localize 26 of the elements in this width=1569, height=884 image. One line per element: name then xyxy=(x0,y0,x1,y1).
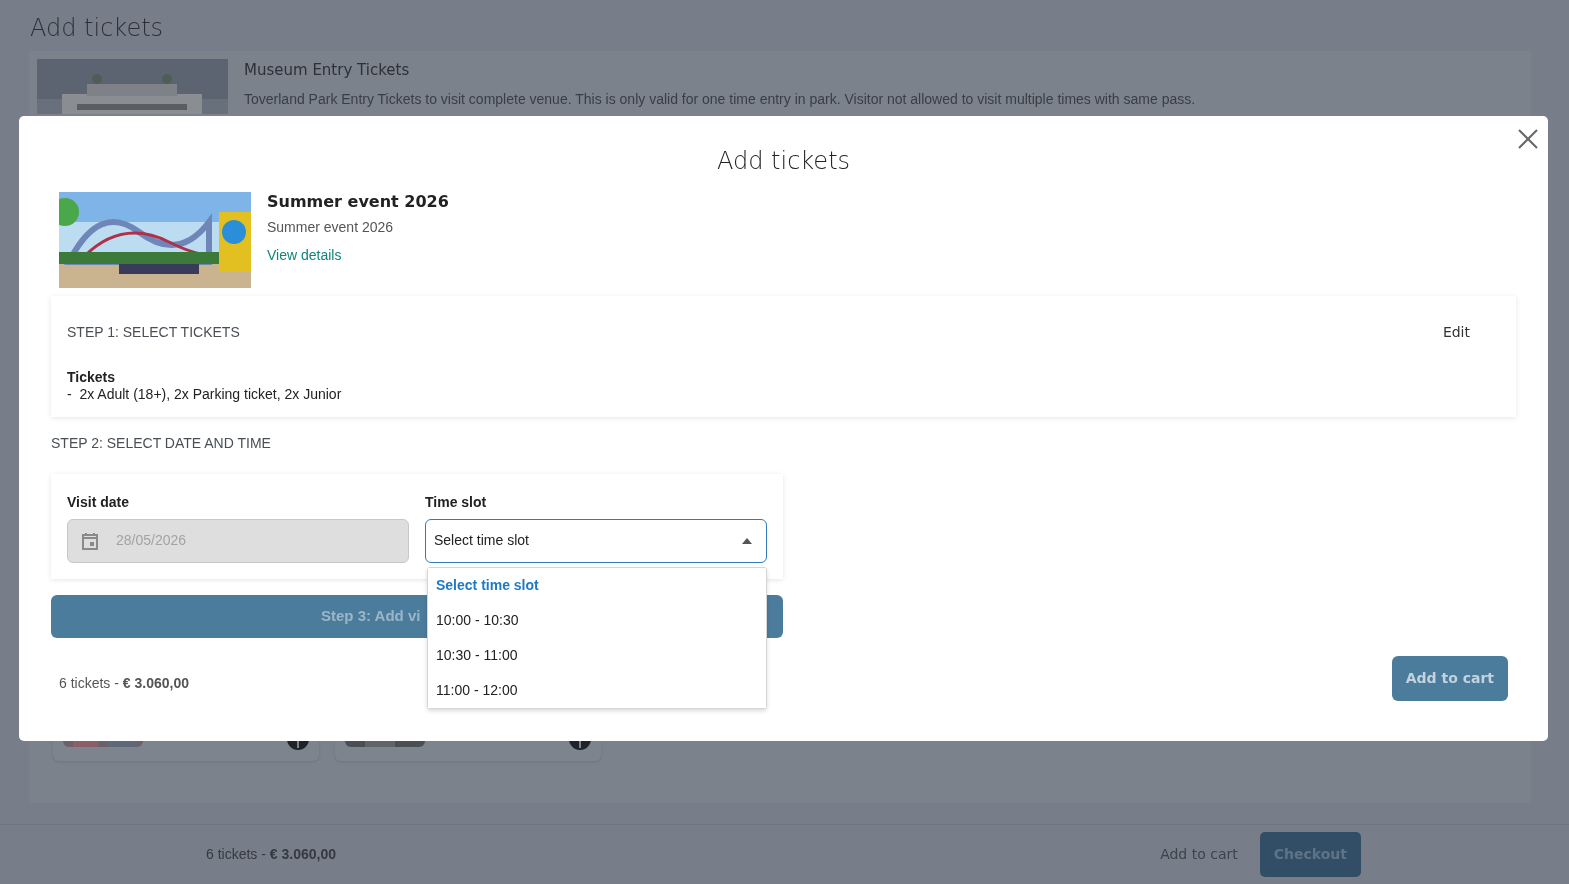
product-description: Toverland Park Entry Tickets to visit complete venue. This is only valid for one time entry in park. Visitor not allowed to visit multiple times with same pass. xyxy=(244,89,1196,109)
cart-summary: 6 tickets - € 3.060,00 xyxy=(59,673,189,693)
event-title: Summer event 2026 xyxy=(267,192,449,212)
caret-icon xyxy=(742,537,752,544)
dropdown-option[interactable]: 10:30 - 11:00 xyxy=(428,638,766,673)
dropdown-option[interactable]: Select time slot xyxy=(428,568,766,603)
dropdown-option[interactable]: 10:00 - 10:30 xyxy=(428,603,766,638)
dropdown-option[interactable]: 11:00 - 12:00 xyxy=(428,673,766,708)
add-to-cart-button[interactable]: Add to cart xyxy=(1391,655,1508,701)
event-subtitle: Summer event 2026 xyxy=(267,218,395,238)
calendar-icon xyxy=(80,530,100,551)
select-field[interactable]: Select time slot xyxy=(425,518,767,563)
step-heading: STEP 2: SELECT DATE AND TIME xyxy=(51,433,272,453)
field-label: Visit date xyxy=(67,492,130,512)
close-button[interactable] xyxy=(1517,126,1539,148)
add-to-cart-link[interactable]: Add to cart xyxy=(1154,843,1244,866)
product-title: Museum Entry Tickets xyxy=(244,60,411,79)
modal-title: Add tickets xyxy=(715,146,852,176)
field-label: Time slot xyxy=(425,492,488,512)
tickets-summary: - 2x Adult (18+), 2x Parking ticket, 2x Junior xyxy=(67,385,343,403)
step-heading: STEP 1: SELECT TICKETS xyxy=(67,323,240,342)
tickets-label: Tickets xyxy=(67,369,116,386)
view-details-link[interactable]: View details xyxy=(267,247,342,264)
cart-summary: 6 tickets - € 3.060,00 xyxy=(206,845,336,864)
page-title: Add tickets xyxy=(29,13,165,43)
edit-link[interactable]: Edit xyxy=(1442,322,1500,343)
